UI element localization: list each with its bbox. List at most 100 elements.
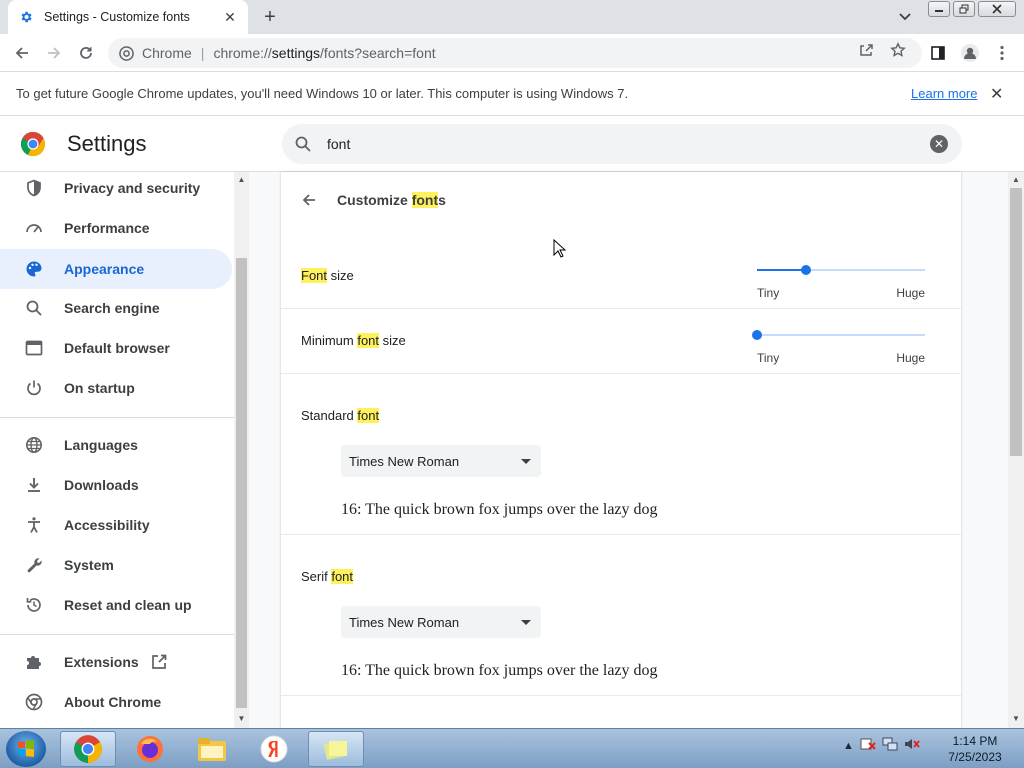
back-arrow-icon[interactable] xyxy=(11,42,33,64)
label-text: Serif xyxy=(301,569,332,584)
customize-fonts-card: Customize fonts Font size Tiny Huge Mini… xyxy=(281,172,961,728)
sidebar-scrollbar[interactable]: ▲ ▼ xyxy=(234,172,249,728)
slider-max-label: Huge xyxy=(896,286,925,300)
maximize-button[interactable] xyxy=(953,1,975,17)
sidebar-item-label: Appearance xyxy=(64,261,145,277)
tab-close-icon[interactable]: ✕ xyxy=(222,9,238,25)
search-icon xyxy=(24,298,44,318)
url-scheme: chrome:// xyxy=(213,45,272,61)
slider-knob[interactable] xyxy=(752,330,762,340)
label-text: size xyxy=(379,333,406,348)
minimize-button[interactable] xyxy=(928,1,950,17)
volume-muted-icon[interactable] xyxy=(904,737,920,754)
standard-font-label: Standard font xyxy=(301,408,380,423)
close-window-button[interactable] xyxy=(978,1,1016,17)
sidebar-item-label: Languages xyxy=(64,437,138,453)
main-scrollbar[interactable]: ▲ ▼ xyxy=(1008,172,1024,728)
sidebar-item-about-chrome[interactable]: About Chrome xyxy=(0,682,232,722)
serif-font-select[interactable]: Times New Roman xyxy=(341,606,541,638)
new-tab-button[interactable]: + xyxy=(258,6,282,28)
scroll-up-arrow-icon[interactable]: ▲ xyxy=(237,175,246,184)
serif-font-label: Serif font xyxy=(301,569,354,584)
side-panel-icon[interactable] xyxy=(927,42,949,64)
browser-toolbar: Chrome | chrome://settings/fonts?search=… xyxy=(0,34,1024,72)
action-center-icon[interactable] xyxy=(860,737,876,754)
sidebar-item-languages[interactable]: Languages xyxy=(0,425,232,465)
shield-icon xyxy=(24,178,44,198)
min-font-size-slider[interactable]: Tiny Huge xyxy=(752,327,925,367)
settings-sidebar: Privacy and security Performance Appeara… xyxy=(0,172,234,728)
taskbar-yandex-icon[interactable] xyxy=(246,731,302,767)
settings-header: Settings ✕ xyxy=(0,116,1024,172)
sidebar-item-label: On startup xyxy=(64,380,135,396)
sidebar-item-default-browser[interactable]: Default browser xyxy=(0,328,232,368)
back-arrow-icon[interactable] xyxy=(299,190,319,210)
sidebar-item-label: Search engine xyxy=(64,300,160,316)
sidebar-item-performance[interactable]: Performance xyxy=(0,208,232,248)
omnibox-chip: Chrome xyxy=(142,45,192,61)
sidebar-item-system[interactable]: System xyxy=(0,545,232,585)
search-highlight: font xyxy=(357,333,380,348)
min-font-size-label: Minimum font size xyxy=(301,333,406,348)
standard-font-select[interactable]: Times New Roman xyxy=(341,445,541,477)
sidebar-item-extensions[interactable]: Extensions xyxy=(0,642,232,682)
scroll-up-arrow-icon[interactable]: ▲ xyxy=(1011,175,1021,184)
sidebar-item-label: Privacy and security xyxy=(64,180,201,196)
tab-settings[interactable]: Settings - Customize fonts ✕ xyxy=(8,0,248,34)
taskbar-notes-icon[interactable] xyxy=(308,731,364,767)
palette-icon xyxy=(24,259,44,279)
external-link-icon xyxy=(150,653,168,674)
sidebar-item-on-startup[interactable]: On startup xyxy=(0,368,232,408)
sidebar-item-accessibility[interactable]: Accessibility xyxy=(0,505,232,545)
search-icon xyxy=(294,135,312,153)
chrome-logo-icon xyxy=(118,45,134,61)
chrome-logo-icon xyxy=(20,131,46,157)
forward-arrow-icon[interactable] xyxy=(43,42,65,64)
clear-search-icon[interactable]: ✕ xyxy=(930,135,948,153)
sidebar-item-label: About Chrome xyxy=(64,694,162,710)
puzzle-icon xyxy=(24,652,44,672)
slider-knob[interactable] xyxy=(801,265,811,275)
profile-avatar-icon[interactable] xyxy=(959,42,981,64)
share-icon[interactable] xyxy=(856,40,876,60)
learn-more-link[interactable]: Learn more xyxy=(911,86,977,101)
sidebar-item-search-engine[interactable]: Search engine xyxy=(0,288,232,328)
taskbar-chrome-icon[interactable] xyxy=(60,731,116,767)
windows-start-button[interactable] xyxy=(6,731,46,767)
scroll-down-arrow-icon[interactable]: ▼ xyxy=(237,714,246,723)
reload-icon[interactable] xyxy=(75,42,97,64)
restore-icon xyxy=(24,595,44,615)
chevron-down-icon[interactable] xyxy=(896,8,914,26)
omnibox[interactable]: Chrome | chrome://settings/fonts?search=… xyxy=(108,38,922,68)
page-title: Customize fonts xyxy=(337,192,446,208)
show-hidden-icons-icon[interactable]: ▲ xyxy=(843,740,854,752)
clock-date: 7/25/2023 xyxy=(948,750,1002,764)
sidebar-scroll-thumb[interactable] xyxy=(236,258,247,708)
download-icon xyxy=(24,475,44,495)
title-text: Customize xyxy=(337,192,412,208)
omnibox-separator: | xyxy=(200,45,205,61)
taskbar-firefox-icon[interactable] xyxy=(122,731,178,767)
taskbar-file-explorer-icon[interactable] xyxy=(184,731,240,767)
settings-search-box[interactable]: ✕ xyxy=(282,124,962,164)
bookmark-star-icon[interactable] xyxy=(888,40,908,60)
more-menu-icon[interactable] xyxy=(991,42,1013,64)
sidebar-item-downloads[interactable]: Downloads xyxy=(0,465,232,505)
select-value: Times New Roman xyxy=(349,453,460,469)
font-size-slider[interactable]: Tiny Huge xyxy=(757,262,925,302)
network-icon[interactable] xyxy=(882,737,898,754)
sidebar-divider xyxy=(0,634,234,635)
taskbar-clock[interactable]: 1:14 PM 7/25/2023 xyxy=(940,733,1010,765)
sidebar-item-privacy[interactable]: Privacy and security xyxy=(0,172,232,208)
url-path: /fonts?search=font xyxy=(320,45,436,61)
sidebar-item-reset[interactable]: Reset and clean up xyxy=(0,585,232,625)
settings-search-input[interactable] xyxy=(327,134,887,154)
infobar-close-icon[interactable]: ✕ xyxy=(990,84,1003,104)
sidebar-item-appearance[interactable]: Appearance xyxy=(0,249,232,289)
omnibox-url: chrome://settings/fonts?search=font xyxy=(213,45,435,61)
sidebar-item-label: Reset and clean up xyxy=(64,597,192,613)
dropdown-caret-icon xyxy=(521,619,531,625)
scroll-down-arrow-icon[interactable]: ▼ xyxy=(1011,714,1021,723)
title-text: s xyxy=(438,192,446,208)
main-scroll-thumb[interactable] xyxy=(1010,188,1022,456)
